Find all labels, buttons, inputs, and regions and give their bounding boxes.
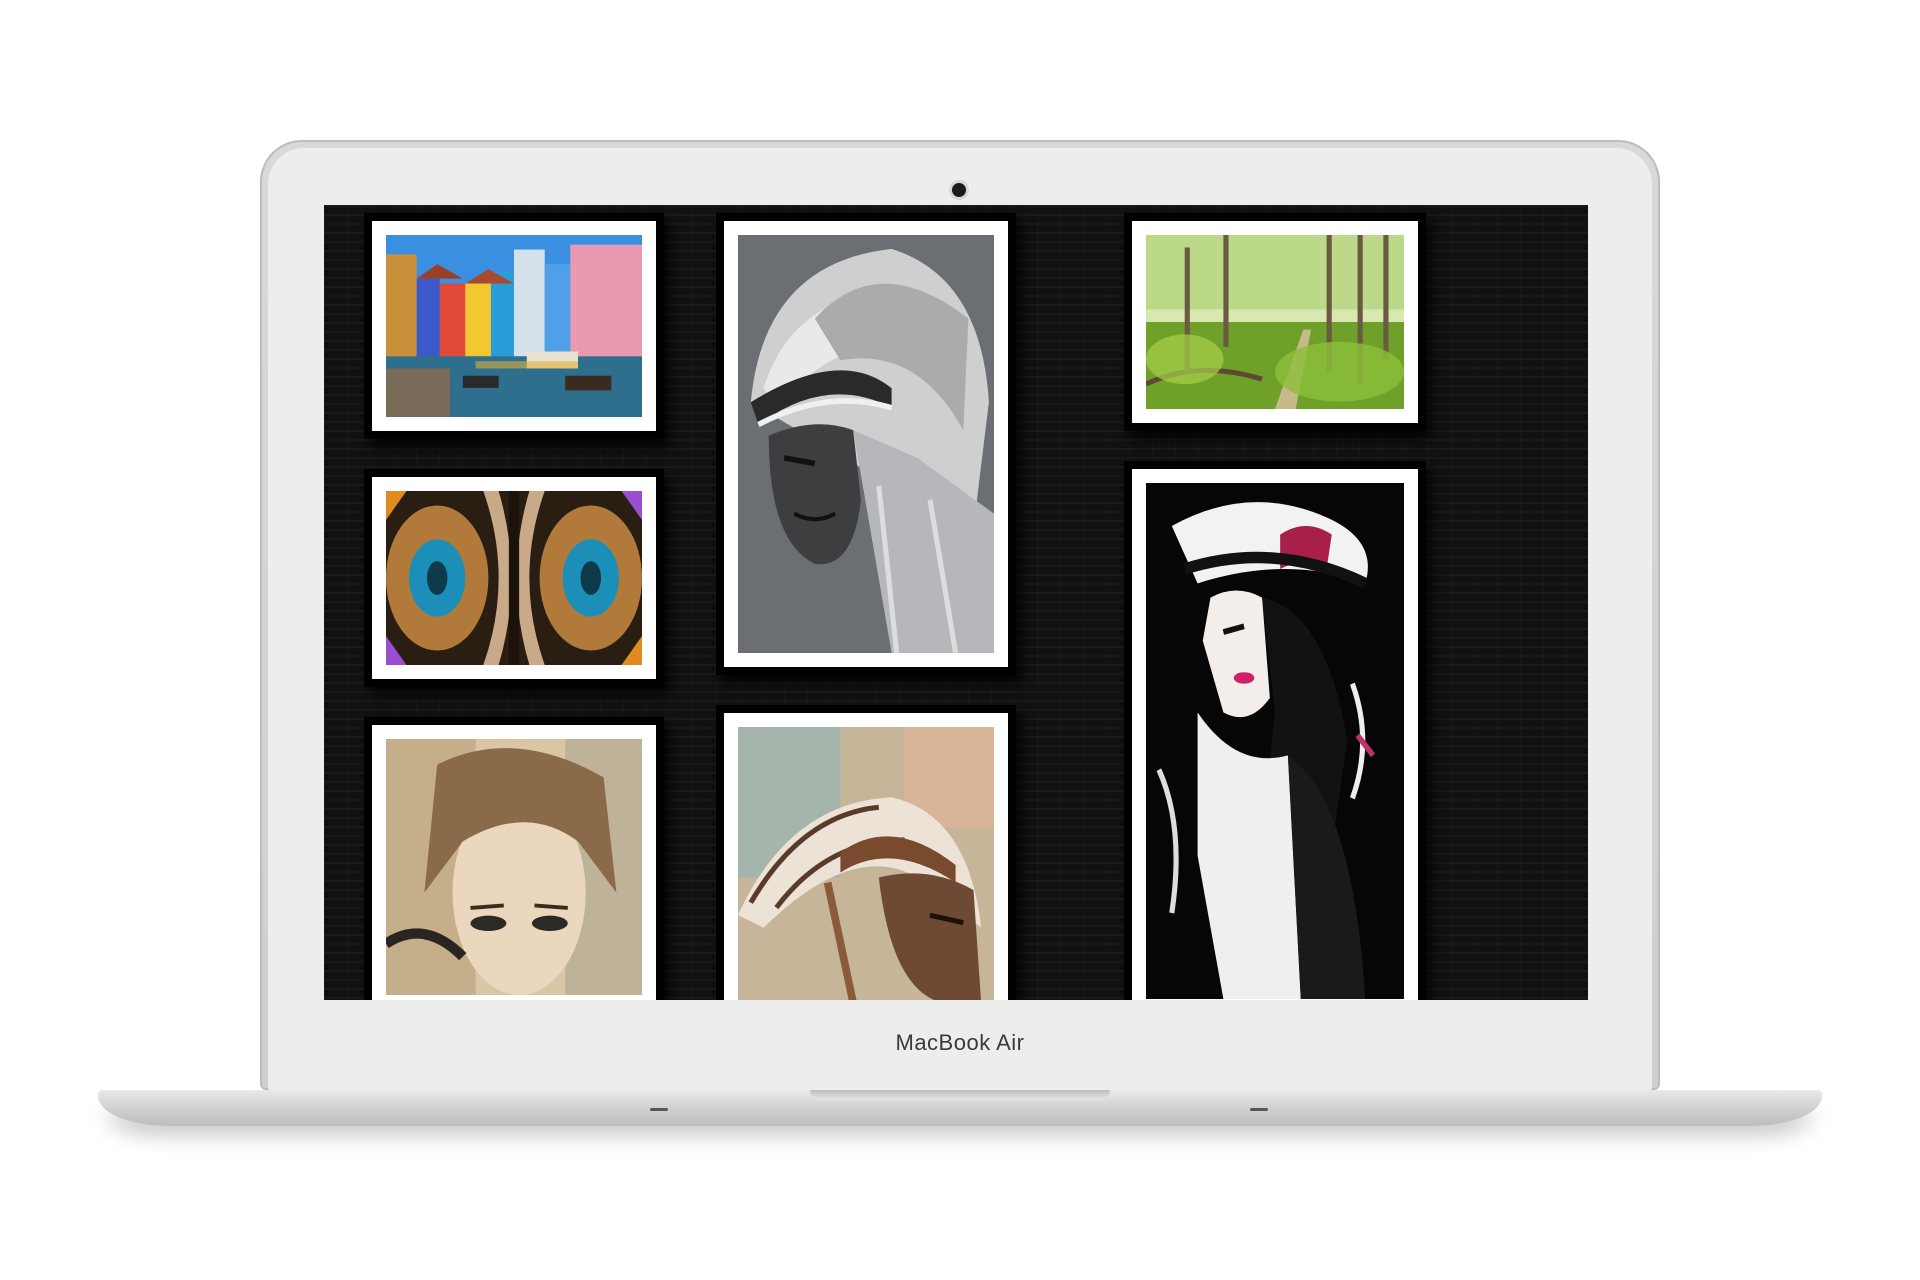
artwork-mat [372,221,656,431]
artwork-chief-color[interactable] [716,705,1016,1000]
artwork-mat [1132,221,1418,423]
artwork-canal-houses[interactable] [364,213,664,439]
artwork-mat [1132,469,1418,1000]
device-brand-label: MacBook Air [895,1030,1025,1055]
artwork-mat [724,221,1008,667]
artwork-mat [372,477,656,679]
lid-opening-notch [810,1090,1110,1100]
chief-bw-image [738,235,994,653]
forest-path-image [1146,235,1404,409]
artwork-mat [372,725,656,1000]
base-foot-right [1250,1108,1268,1111]
chief-color-image [738,727,994,1000]
camera-icon [952,183,966,197]
artwork-forest-path[interactable] [1124,213,1426,431]
canal-houses-image [386,235,642,417]
screen [324,205,1588,1000]
artwork-kaleidoscope[interactable] [364,469,664,687]
kaleidoscope-image [386,491,642,665]
woman-face-image [386,739,642,995]
artwork-woman-face[interactable] [364,717,664,1000]
artwork-woman-hat[interactable] [1124,461,1426,1000]
base-foot-left [650,1108,668,1111]
woman-hat-image [1146,483,1404,999]
laptop-mockup: MacBook Air [0,0,1920,1280]
artwork-mat [724,713,1008,1000]
artwork-chief-bw[interactable] [716,213,1016,675]
